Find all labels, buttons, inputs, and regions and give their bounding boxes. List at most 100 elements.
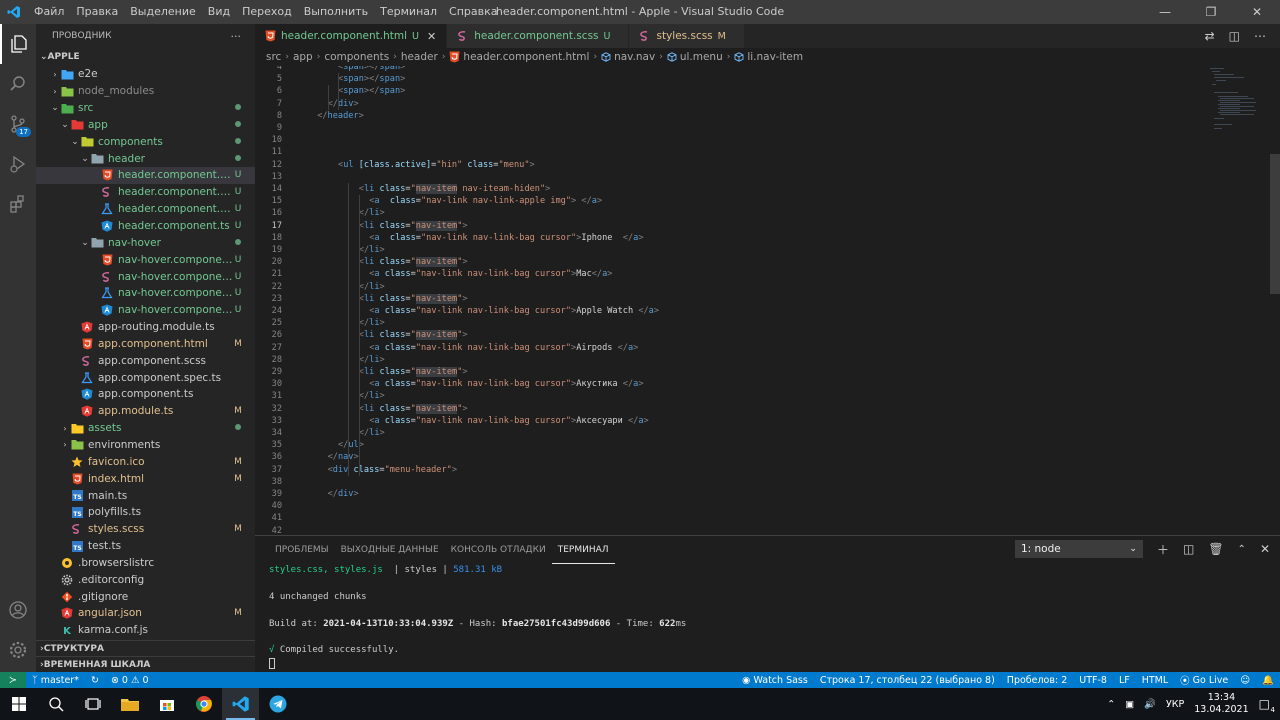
feedback-icon[interactable]: ☺	[1234, 675, 1256, 686]
panel-tab-3[interactable]: ТЕРМИНАЛ	[551, 536, 615, 564]
watch-sass-button[interactable]: ◉ Watch Sass	[736, 675, 814, 686]
remote-icon[interactable]: ≻	[0, 672, 26, 688]
panel-tab-1[interactable]: ВЫХОДНЫЕ ДАННЫЕ	[335, 536, 445, 564]
panel-tab-0[interactable]: ПРОБЛЕМЫ	[269, 536, 335, 564]
file-item[interactable]: app.component.ts	[36, 386, 255, 403]
minimize-icon[interactable]: —	[1142, 0, 1188, 24]
manage-gear-icon[interactable]	[0, 630, 36, 670]
task-view-icon[interactable]	[74, 688, 111, 720]
store-app-icon[interactable]	[148, 688, 185, 720]
problems-indicator[interactable]: ⊗ 0 ⚠ 0	[105, 675, 155, 686]
action-center-icon[interactable]: □ 4	[1259, 697, 1275, 714]
menu-item-3[interactable]: Вид	[202, 0, 236, 24]
editor-scrollbar[interactable]	[1270, 154, 1280, 294]
breadcrumb-item[interactable]: li.nav-item	[734, 51, 803, 63]
close-window-icon[interactable]: ✕	[1234, 0, 1280, 24]
file-item[interactable]: header.component.ts U	[36, 218, 255, 235]
file-item[interactable]: app.component.html M	[36, 336, 255, 353]
menu-item-4[interactable]: Переход	[236, 0, 298, 24]
folder-item[interactable]: › node_modules	[36, 83, 255, 100]
terminal-select[interactable]: 1: node ⌄	[1014, 540, 1143, 558]
extensions-icon[interactable]	[0, 184, 36, 224]
file-item[interactable]: TS main.ts	[36, 487, 255, 504]
menu-item-6[interactable]: Терминал	[374, 0, 443, 24]
chrome-app-icon[interactable]	[185, 688, 222, 720]
panel-tab-2[interactable]: КОНСОЛЬ ОТЛАДКИ	[445, 536, 552, 564]
indentation[interactable]: Пробелов: 2	[1001, 675, 1073, 686]
close-tab-icon[interactable]: ✕	[427, 30, 436, 43]
file-item[interactable]: favicon.ico M	[36, 453, 255, 470]
open-changes-icon[interactable]: ⇄	[1205, 29, 1215, 43]
file-item[interactable]: .gitignore	[36, 588, 255, 605]
maximize-icon[interactable]: ❐	[1188, 0, 1234, 24]
outline-section[interactable]: › СТРУКТУРА	[36, 640, 255, 656]
network-icon[interactable]: ▣	[1125, 699, 1134, 710]
file-item[interactable]: app-routing.module.ts	[36, 319, 255, 336]
file-item[interactable]: nav-hover.component.scssU	[36, 268, 255, 285]
volume-icon[interactable]: 🔊	[1144, 699, 1156, 710]
tab-header-component-html[interactable]: header.component.html U ✕	[255, 24, 448, 48]
timeline-section[interactable]: › ВРЕМЕННАЯ ШКАЛА	[36, 656, 255, 672]
accounts-icon[interactable]	[0, 590, 36, 630]
keyboard-language[interactable]: УКР	[1166, 699, 1184, 710]
file-item[interactable]: styles.scss M	[36, 521, 255, 538]
folder-item[interactable]: › assets	[36, 420, 255, 437]
notifications-bell-icon[interactable]: 🔔	[1256, 675, 1280, 686]
folder-item[interactable]: ⌄ nav-hover	[36, 234, 255, 251]
minimap[interactable]	[1208, 66, 1268, 146]
maximize-panel-icon[interactable]: ⌃	[1238, 544, 1246, 555]
more-actions-icon[interactable]: ⋯	[1254, 29, 1266, 43]
explorer-icon[interactable]	[0, 24, 36, 64]
terminal-output[interactable]: styles.css, styles.js | styles | 581.31 …	[269, 564, 686, 671]
split-editor-icon[interactable]: ◫	[1229, 29, 1240, 43]
file-item[interactable]: app.component.spec.ts	[36, 369, 255, 386]
file-item[interactable]: header.component.scss U	[36, 184, 255, 201]
file-item[interactable]: nav-hover.component.spec....U	[36, 285, 255, 302]
run-debug-icon[interactable]	[0, 144, 36, 184]
vscode-app-icon[interactable]	[222, 688, 259, 720]
file-item[interactable]: app.module.ts M	[36, 403, 255, 420]
file-item[interactable]: .editorconfig	[36, 571, 255, 588]
folder-item[interactable]: ⌄ src	[36, 100, 255, 117]
file-explorer-app-icon[interactable]	[111, 688, 148, 720]
file-item[interactable]: nav-hover.component.htmlU	[36, 251, 255, 268]
encoding[interactable]: UTF-8	[1073, 675, 1113, 686]
menu-item-2[interactable]: Выделение	[124, 0, 202, 24]
git-branch[interactable]: ᛉ master*	[26, 675, 85, 686]
language-mode[interactable]: HTML	[1136, 675, 1174, 686]
go-live-button[interactable]: ⦿ Go Live	[1174, 673, 1234, 688]
sync-icon[interactable]: ↻	[85, 675, 105, 686]
taskbar-search-icon[interactable]	[37, 688, 74, 720]
folder-item[interactable]: ⌄ header	[36, 150, 255, 167]
folder-item[interactable]: ⌄ components	[36, 133, 255, 150]
file-item[interactable]: header.component.spec.tsU	[36, 201, 255, 218]
explorer-more-icon[interactable]: ···	[231, 30, 242, 43]
menu-item-1[interactable]: Правка	[70, 0, 124, 24]
file-item[interactable]: app.component.scss	[36, 352, 255, 369]
split-terminal-icon[interactable]: ◫	[1183, 542, 1194, 556]
breadcrumb-item[interactable]: nav.nav	[601, 51, 655, 63]
workspace-root[interactable]: ⌄ APPLE	[36, 48, 255, 66]
telegram-app-icon[interactable]	[259, 688, 296, 720]
search-icon[interactable]	[0, 64, 36, 104]
menu-item-0[interactable]: Файл	[28, 0, 70, 24]
file-item[interactable]: TS polyfills.ts	[36, 504, 255, 521]
file-item[interactable]: .browserslistrc	[36, 554, 255, 571]
tray-chevron-up-icon[interactable]: ⌃	[1107, 699, 1115, 710]
folder-item[interactable]: › environments	[36, 437, 255, 454]
terminal-prompt[interactable]	[269, 657, 686, 671]
menu-item-5[interactable]: Выполнить	[298, 0, 374, 24]
file-item[interactable]: TS test.ts	[36, 538, 255, 555]
file-item[interactable]: header.component.html U	[36, 167, 255, 184]
folder-item[interactable]: › e2e	[36, 66, 255, 83]
windows-start-icon[interactable]	[0, 688, 37, 720]
file-item[interactable]: nav-hover.component.ts U	[36, 302, 255, 319]
breadcrumb-item[interactable]: ul.menu	[667, 51, 723, 63]
menu-item-7[interactable]: Справка	[443, 0, 503, 24]
tab-styles-scss[interactable]: styles.scss M	[629, 24, 745, 48]
folder-item[interactable]: ⌄ app	[36, 117, 255, 134]
breadcrumb-item[interactable]: header.component.html	[449, 51, 589, 63]
tab-header-component-scss[interactable]: header.component.scss U	[447, 24, 630, 48]
source-control-icon[interactable]: 17	[0, 104, 36, 144]
cursor-position[interactable]: Строка 17, столбец 22 (выбрано 8)	[814, 675, 1001, 686]
